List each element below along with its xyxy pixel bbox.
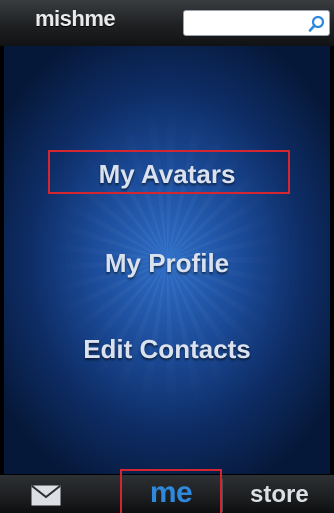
search-box[interactable] [183, 10, 330, 36]
tab-store[interactable]: store [222, 475, 334, 513]
main-menu-panel: My Avatars My Profile Edit Contacts [4, 46, 330, 474]
menu-item-my-profile[interactable]: My Profile [4, 248, 330, 279]
me-tab-highlight-box [120, 469, 222, 513]
mail-icon [31, 485, 61, 506]
tab-store-label: store [250, 481, 309, 508]
menu-item-edit-contacts[interactable]: Edit Contacts [4, 334, 330, 365]
app-logo: mishme [35, 6, 116, 31]
app-screen: mishme My Avatars My Profile Edit Contac… [0, 0, 334, 513]
top-header: mishme [0, 0, 334, 47]
search-input[interactable] [188, 13, 304, 35]
search-icon[interactable] [307, 14, 327, 34]
my-avatars-highlight-box [48, 150, 290, 194]
tab-mail[interactable] [0, 475, 120, 513]
